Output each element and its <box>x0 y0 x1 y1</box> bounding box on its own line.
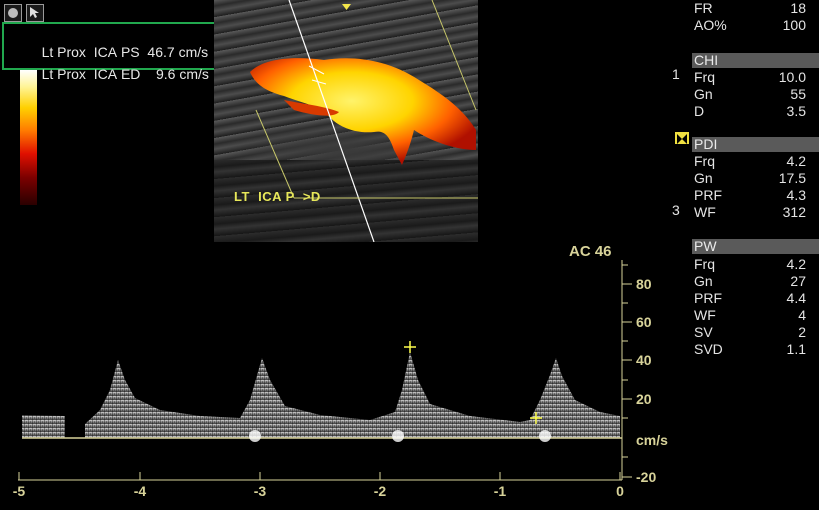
measurement-location: Prox <box>57 66 86 82</box>
param-label: SVD <box>694 341 723 357</box>
chi-title: CHI <box>694 52 719 68</box>
color-flow-overlay <box>250 0 478 242</box>
time-tick-label: -1 <box>493 483 507 499</box>
param-value: 1.1 <box>786 341 806 357</box>
param-label: Gn <box>694 273 713 289</box>
param-label: SV <box>694 324 713 340</box>
param-label: WF <box>694 307 716 323</box>
param-label: FR <box>694 0 713 16</box>
param-label: PRF <box>694 290 722 306</box>
measurement-vessel: ICA <box>93 66 118 82</box>
param-value: 55 <box>790 86 806 102</box>
pw-title: PW <box>694 238 717 254</box>
param-value: 4.3 <box>786 187 806 203</box>
param-label: WF <box>694 204 716 220</box>
param-label: Frq <box>694 256 715 272</box>
measurement-box: Lt Prox ICA PS 46.7 cm/s Lt Prox ICA ED … <box>2 22 229 82</box>
param-value: 100 <box>782 17 806 33</box>
time-tick-label: -5 <box>12 483 26 499</box>
time-tick-label: -4 <box>133 483 147 499</box>
param-label: D <box>694 103 705 119</box>
param-value: 27 <box>790 273 806 289</box>
param-label: Gn <box>694 86 713 102</box>
param-value: 4.4 <box>786 290 806 306</box>
cursor-icon[interactable] <box>26 4 44 22</box>
measurement-row: Lt Prox ICA ED 9.6 cm/s <box>26 50 209 98</box>
param-label: Gn <box>694 170 713 186</box>
doppler-spectrum <box>18 260 632 481</box>
param-value: 3.5 <box>786 103 806 119</box>
depth-mark: 1 <box>672 66 680 82</box>
chi-header[interactable]: CHI <box>692 52 819 68</box>
velocity-tick-label: 80 <box>636 276 652 292</box>
param-value: 17.5 <box>778 170 806 186</box>
pdi-header[interactable]: PDI <box>692 136 819 152</box>
param-value: 18 <box>790 0 806 16</box>
param-label: AO% <box>694 17 727 33</box>
color-scale-bar <box>20 70 37 205</box>
measurement-side: Lt <box>41 66 54 82</box>
param-label: PRF <box>694 187 722 203</box>
velocity-tick-label: -20 <box>636 469 657 485</box>
velocity-unit-label: cm/s <box>636 432 668 448</box>
measurement-value: 9.6 <box>155 66 176 82</box>
spectrum-waveform <box>22 352 620 438</box>
pdi-title: PDI <box>694 136 718 152</box>
measurement-unit: cm/s <box>179 66 209 82</box>
focus-marker-icon[interactable] <box>675 132 689 144</box>
param-value: 312 <box>782 204 806 220</box>
ps-caliper-icon[interactable] <box>404 341 416 353</box>
depth-mark: 3 <box>672 202 680 218</box>
time-tick-label: -3 <box>253 483 267 499</box>
velocity-tick-label: 20 <box>636 391 652 407</box>
param-value: 2 <box>798 324 806 340</box>
image-annotation: LT ICA P >D <box>234 189 321 204</box>
record-icon[interactable] <box>4 4 22 22</box>
bmode-image: LT ICA P >D <box>214 0 478 242</box>
measurement-param: ED <box>120 66 141 82</box>
time-tick-label: 0 <box>616 483 624 499</box>
velocity-tick-label: 60 <box>636 314 652 330</box>
param-label: Frq <box>694 69 715 85</box>
param-value: 4.2 <box>786 153 806 169</box>
param-value: 4 <box>798 307 806 323</box>
param-value: 10.0 <box>778 69 806 85</box>
velocity-tick-label: 40 <box>636 352 652 368</box>
param-value: 4.2 <box>786 256 806 272</box>
param-label: Frq <box>694 153 715 169</box>
time-tick-label: -2 <box>373 483 387 499</box>
pw-header[interactable]: PW <box>692 238 819 254</box>
